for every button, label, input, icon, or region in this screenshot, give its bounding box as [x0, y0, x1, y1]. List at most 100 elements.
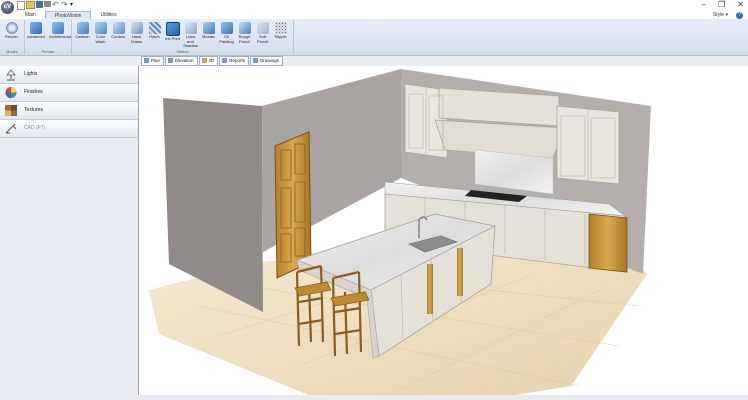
- redo-icon[interactable]: ↷: [61, 1, 69, 9]
- architectural-label: Architectural: [49, 34, 72, 39]
- 3d-viewport[interactable]: [139, 66, 748, 396]
- oil-painting-label: Oil Painting: [219, 34, 234, 44]
- customize-toolbar-icon[interactable]: ▾: [70, 1, 78, 9]
- render-mode-button[interactable]: Render: [3, 22, 20, 40]
- architectural-icon: [51, 22, 64, 34]
- elevation-icon: [168, 58, 174, 63]
- hatch-icon: [148, 22, 161, 34]
- style-menu-label: Style: [712, 12, 725, 18]
- undo-icon[interactable]: ↶: [52, 1, 60, 9]
- hand-drawn-icon: [130, 22, 143, 34]
- soft-pencil-button[interactable]: Soft Pencil: [254, 22, 271, 44]
- advanced-icon: [29, 22, 42, 34]
- ribbon-group-modes: Render Modes: [0, 20, 25, 54]
- ink-print-label: Ink Print: [165, 36, 180, 41]
- textures-icon: [5, 105, 17, 116]
- close-icon[interactable]: ✕: [737, 0, 744, 9]
- ribbon-group-label: Render: [41, 49, 55, 54]
- color-wash-icon: [94, 22, 107, 34]
- cartoon-button[interactable]: Cartoon: [74, 22, 91, 40]
- lamp-icon: [6, 69, 16, 81]
- cartoon-label: Cartoon: [75, 34, 90, 39]
- lines-shadow-button[interactable]: Lines and Shadow: [182, 22, 199, 49]
- ink-print-button[interactable]: Ink Print: [164, 22, 181, 42]
- wood-end-cabinet: [588, 213, 628, 273]
- cartoon-icon: [76, 22, 89, 34]
- tab-plan-label: Plan: [151, 58, 161, 63]
- oil-painting-button[interactable]: Oil Painting: [218, 22, 235, 44]
- tab-plan[interactable]: Plan: [141, 56, 165, 66]
- island-wood-trim: [457, 248, 463, 296]
- architectural-button[interactable]: Architectural: [49, 22, 71, 40]
- mosaic-label: Mosaic: [202, 34, 215, 39]
- quick-access-toolbar: ↶ ↷ ▾: [17, 1, 78, 10]
- hatch-button[interactable]: Hatch: [146, 22, 163, 40]
- advanced-button[interactable]: Advanced: [27, 22, 45, 40]
- hand-drawn-button[interactable]: Hand Drawn: [128, 22, 145, 44]
- sidebar-item-label: Textures: [24, 107, 43, 113]
- tab-main[interactable]: Main: [16, 11, 45, 19]
- sidebar-item-lights[interactable]: Lights: [0, 66, 138, 84]
- tab-elevation[interactable]: Elevation: [165, 56, 198, 66]
- tab-reports[interactable]: Reports: [219, 56, 250, 66]
- plan-icon: [144, 58, 149, 63]
- stipple-label: Stipple: [274, 34, 287, 39]
- door: [274, 131, 312, 279]
- contour-label: Contour: [111, 34, 126, 39]
- open-icon[interactable]: [26, 1, 35, 9]
- drawings-icon: [253, 58, 259, 63]
- rough-pencil-label: Rough Pencil: [238, 34, 251, 44]
- new-icon[interactable]: [17, 1, 25, 10]
- title-bar: cV ↶ ↷ ▾ – ❐ ✕: [0, 0, 748, 14]
- tab-3d-label: 3D: [208, 58, 215, 63]
- tab-utilities[interactable]: Utilities: [91, 11, 125, 19]
- minimize-icon[interactable]: –: [702, 0, 706, 9]
- ribbon: Render Modes Advanced Architectural Rend…: [0, 19, 748, 56]
- ribbon-group-label: Sketch: [176, 49, 189, 54]
- ink-print-icon: [165, 22, 180, 36]
- color-wheel-icon: [5, 87, 17, 98]
- help-icon[interactable]: ?: [736, 12, 743, 19]
- tab-drawings-label: Drawings: [260, 58, 279, 63]
- 3d-icon: [201, 58, 207, 63]
- lines-shadow-label: Lines and Shadow: [183, 34, 198, 48]
- style-menu[interactable]: Style ▾: [713, 12, 728, 18]
- stipple-button[interactable]: Stipple: [272, 22, 289, 40]
- cad-icon: [5, 123, 17, 134]
- sidebar-item-finishes[interactable]: Finishes: [0, 84, 138, 102]
- reports-icon: [222, 58, 228, 63]
- sidebar-item-label: CAD (F7): [24, 125, 46, 131]
- sidebar: Lights Finishes Textures CAD (F7): [0, 66, 139, 396]
- left-wall: [163, 98, 263, 312]
- color-wash-button[interactable]: Color Wash: [92, 22, 109, 44]
- ribbon-group-label: Modes: [5, 49, 18, 54]
- print-icon[interactable]: [44, 1, 51, 7]
- window-controls: – ❐ ✕: [702, 0, 744, 9]
- app-logo[interactable]: cV: [1, 1, 14, 14]
- tab-elevation-label: Elevation: [175, 58, 194, 63]
- save-icon[interactable]: [36, 1, 43, 8]
- island-wood-trim: [427, 264, 433, 314]
- hand-drawn-label: Hand Drawn: [130, 34, 143, 44]
- rough-pencil-button[interactable]: Rough Pencil: [236, 22, 253, 44]
- menu-tabs: Main PhotoVision Utilities: [16, 11, 126, 19]
- soft-pencil-icon: [256, 22, 269, 34]
- ribbon-group-render: Advanced Architectural Render: [25, 20, 72, 54]
- tab-photovision[interactable]: PhotoVision: [44, 11, 92, 19]
- kitchen-3d-render: [149, 69, 651, 396]
- tab-drawings[interactable]: Drawings: [250, 56, 283, 66]
- contour-icon: [112, 22, 125, 34]
- contour-button[interactable]: Contour: [110, 22, 127, 40]
- stipple-icon: [274, 22, 287, 34]
- sidebar-item-cad[interactable]: CAD (F7): [0, 120, 138, 138]
- ribbon-group-sketch: Cartoon Color Wash Contour Hand Drawn Ha…: [72, 20, 294, 54]
- tab-reports-label: Reports: [229, 58, 246, 63]
- tab-3d[interactable]: 3D: [198, 56, 219, 66]
- advanced-label: Advanced: [27, 34, 45, 39]
- mosaic-button[interactable]: Mosaic: [200, 22, 217, 40]
- sidebar-item-textures[interactable]: Textures: [0, 102, 138, 120]
- soft-pencil-label: Soft Pencil: [257, 34, 268, 44]
- maximize-icon[interactable]: ❐: [718, 0, 725, 9]
- oil-painting-icon: [220, 22, 233, 34]
- render-mode-label: Render: [4, 34, 19, 39]
